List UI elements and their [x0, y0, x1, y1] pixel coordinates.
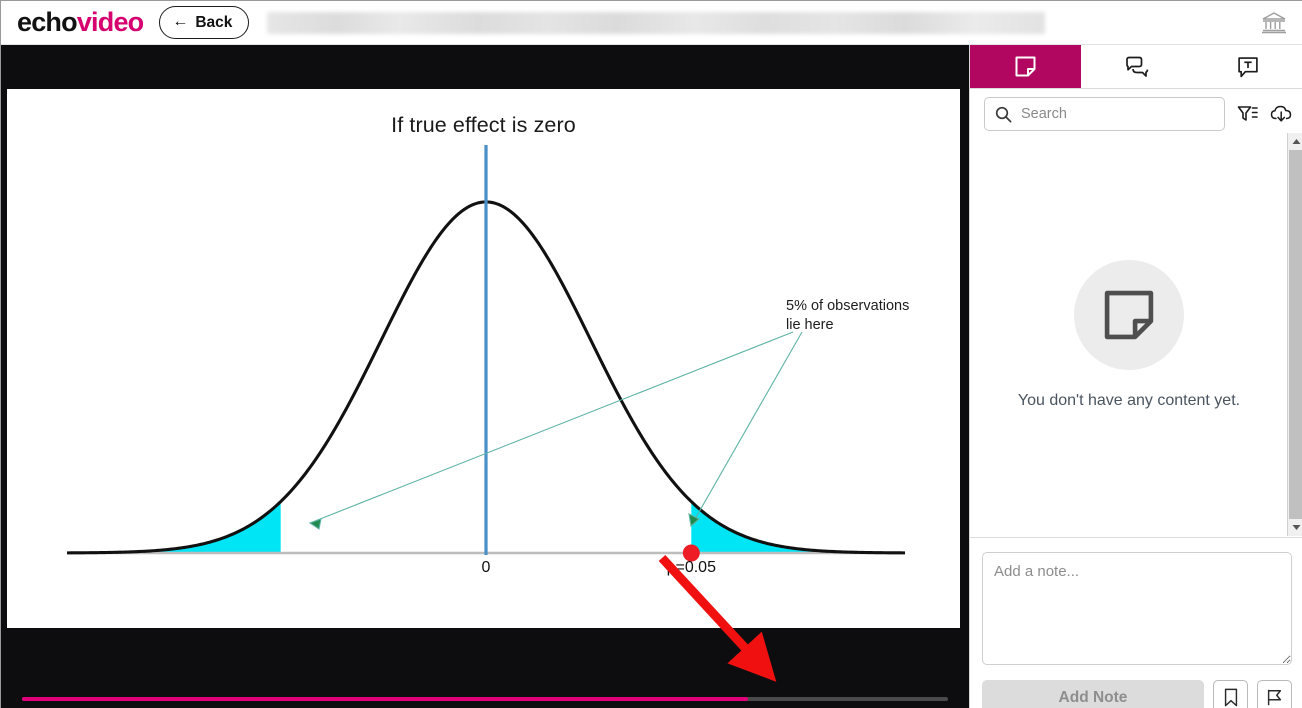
note-icon: [1104, 290, 1154, 339]
scrollbar-thumb[interactable]: [1289, 150, 1302, 519]
back-button[interactable]: ← Back: [159, 6, 250, 39]
progress-bar-fill: [22, 697, 748, 701]
normal-distribution-chart: [66, 145, 906, 562]
axis-label-p-threshold: p=0.05: [666, 559, 716, 576]
note-composer: Add Note: [970, 537, 1302, 708]
tab-notes[interactable]: [970, 45, 1081, 88]
add-note-button[interactable]: Add Note: [982, 680, 1204, 708]
note-bookmark-icon[interactable]: [1213, 680, 1248, 708]
video-player-pane[interactable]: If true effect is zero 5% of observation…: [1, 45, 969, 708]
empty-state-icon-circle: [1074, 259, 1184, 370]
logo-echo-text: echo: [17, 7, 78, 37]
app-header: echovideo ← Back: [1, 1, 1302, 45]
filter-icon[interactable]: [1235, 102, 1259, 126]
note-flag-icon[interactable]: [1257, 680, 1292, 708]
scrollbar-down-arrow-icon[interactable]: [1288, 519, 1302, 536]
tab-discussions[interactable]: [1081, 45, 1192, 88]
chart-annotation-line1: 5% of observations: [786, 298, 910, 314]
institution-icon[interactable]: [1259, 8, 1289, 38]
back-button-label: Back: [195, 13, 233, 31]
notes-scrollbar[interactable]: [1287, 133, 1302, 536]
search-box[interactable]: [984, 97, 1225, 131]
empty-state-message: You don't have any content yet.: [1017, 391, 1241, 409]
logo-video-text: video: [76, 7, 144, 37]
chart-annotation-line2: lie here: [786, 317, 834, 333]
axis-label-zero: 0: [481, 559, 491, 576]
search-input[interactable]: [1021, 106, 1214, 122]
tab-transcript[interactable]: [1192, 45, 1302, 88]
progress-bar[interactable]: [22, 697, 948, 701]
echovideo-player-page: echovideo ← Back If true effect is zero: [0, 0, 1302, 708]
search-icon: [995, 106, 1012, 122]
back-arrow-icon: ←: [172, 13, 189, 30]
player-controls: 1:02:50/1:20:08 CC: [1, 653, 969, 708]
chart-annotation: 5% of observations lie here: [786, 297, 960, 335]
notes-empty-state: You don't have any content yet.: [970, 133, 1288, 536]
panel-tabs: [970, 45, 1302, 89]
download-icon[interactable]: [1269, 102, 1293, 126]
note-action-row: Add Note: [982, 680, 1292, 708]
scrollbar-up-arrow-icon[interactable]: [1288, 133, 1302, 150]
note-textarea[interactable]: [982, 552, 1292, 665]
echovideo-logo: echovideo: [17, 7, 144, 38]
lecture-slide: If true effect is zero 5% of observation…: [7, 89, 960, 628]
side-panel: You don't have any content yet. Add Note: [969, 45, 1302, 708]
course-title-redacted: [267, 11, 1046, 34]
